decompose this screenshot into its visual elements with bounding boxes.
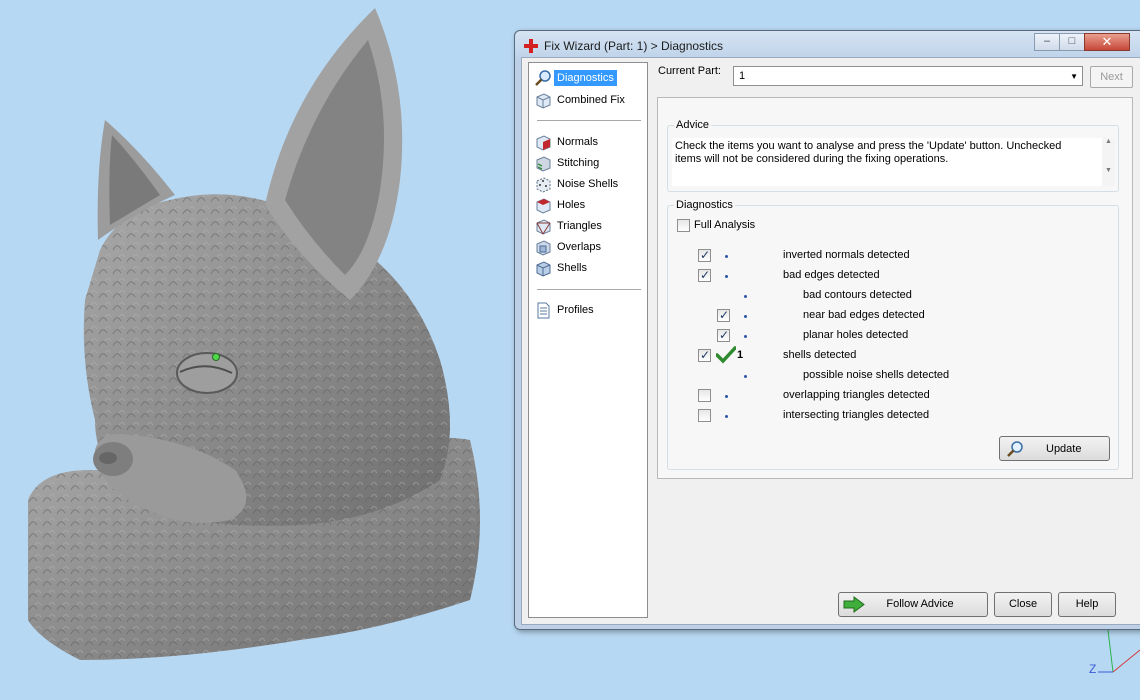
cube-red-hole-icon (536, 197, 551, 214)
status-dot (725, 395, 728, 398)
current-part-select[interactable]: 1 ▼ (733, 66, 1083, 86)
noise-shells-label: possible noise shells detected (803, 369, 950, 381)
full-analysis-label: Full Analysis (694, 219, 756, 231)
nav-item-diagnostics[interactable]: Diagnostics (532, 68, 642, 88)
update-button[interactable]: Update (999, 436, 1110, 461)
triangle-cube-icon (536, 218, 551, 235)
maximize-icon: □ (1068, 35, 1076, 47)
intersecting-triangles-checkbox[interactable] (698, 409, 711, 422)
wizard-nav: Diagnostics Combined Fix Normals Stitchi… (528, 62, 648, 618)
red-cross-icon (524, 39, 538, 53)
intersecting-triangles-label: intersecting triangles detected (783, 409, 930, 421)
shells-count: 1 (737, 349, 744, 361)
nav-label-profiles: Profiles (557, 304, 594, 316)
nav-item-stitching[interactable]: Stitching (532, 153, 642, 173)
close-icon: ✕ (1101, 34, 1113, 49)
advice-text-box: Check the items you want to analyse and … (672, 138, 1112, 186)
cube-stitch-icon (536, 155, 551, 172)
nav-label-normals: Normals (557, 136, 598, 148)
inverted-normals-label: inverted normals detected (783, 249, 910, 261)
scroll-up-icon: ▲ (1105, 138, 1112, 145)
green-arrow-icon (843, 596, 865, 613)
diagnostics-title: Diagnostics (674, 199, 735, 211)
nav-label-stitching: Stitching (557, 157, 600, 169)
planar-holes-checkbox[interactable] (717, 328, 730, 342)
follow-advice-label: Follow Advice (886, 598, 954, 610)
nav-item-holes[interactable]: Holes (532, 195, 642, 215)
help-button[interactable]: Help (1058, 592, 1116, 617)
bad-edges-checkbox[interactable] (698, 268, 711, 282)
status-dot (744, 295, 747, 298)
nav-label-overlaps: Overlaps (557, 241, 602, 253)
green-check-icon (716, 346, 736, 364)
planar-holes-label: planar holes detected (803, 329, 909, 341)
help-label: Help (1075, 598, 1099, 610)
shells-checkbox[interactable] (698, 348, 711, 362)
shells-label: shells detected (783, 349, 857, 361)
status-dot (725, 275, 728, 278)
next-button[interactable]: Next (1090, 66, 1133, 88)
status-dot (725, 255, 728, 258)
nav-separator (537, 120, 641, 121)
z-axis-label: Z (1089, 662, 1097, 676)
scroll-down-icon: ▼ (1105, 167, 1112, 174)
status-dot (725, 415, 728, 418)
close-button[interactable]: Close (994, 592, 1052, 617)
shells-cube-icon (536, 260, 551, 277)
nav-item-profiles[interactable]: Profiles (532, 300, 642, 320)
cube-icon (536, 92, 551, 109)
nav-item-overlaps[interactable]: Overlaps (532, 237, 642, 257)
advice-title: Advice (674, 119, 712, 131)
overlapping-triangles-checkbox[interactable] (698, 389, 711, 402)
full-analysis-checkbox[interactable] (677, 219, 690, 232)
nav-item-shells[interactable]: Shells (532, 258, 642, 278)
status-dot (744, 315, 747, 318)
advice-text-line2: items will not be considered during the … (675, 153, 949, 165)
minimize-button[interactable]: – (1034, 33, 1060, 51)
maximize-button[interactable]: □ (1059, 33, 1085, 51)
chevron-down-icon: ▼ (1070, 72, 1078, 81)
diagnostics-group: Diagnostics Full Analysis inverted norma… (667, 199, 1119, 470)
bad-contours-label: bad contours detected (803, 289, 912, 301)
dotted-cube-icon (536, 176, 551, 193)
fix-wizard-window: Fix Wizard (Part: 1) > Diagnostics – □ ✕… (514, 30, 1140, 630)
follow-advice-button[interactable]: Follow Advice (838, 592, 988, 617)
nav-label-diagnostics: Diagnostics (554, 70, 617, 86)
nav-item-triangles[interactable]: Triangles (532, 216, 642, 236)
advice-group: Advice Check the items you want to analy… (667, 119, 1119, 192)
minimize-icon: – (1043, 35, 1051, 47)
advice-text-line1: Check the items you want to analyse and … (675, 140, 1062, 152)
current-part-value: 1 (739, 70, 746, 82)
near-bad-edges-checkbox[interactable] (717, 308, 730, 322)
diagnostics-panel: Advice Check the items you want to analy… (657, 97, 1133, 479)
update-label: Update (1046, 443, 1082, 455)
advice-scrollbar[interactable]: ▲ ▼ (1102, 138, 1115, 186)
cube-red-face-icon (536, 134, 551, 151)
close-label: Close (1008, 598, 1038, 610)
overlap-cube-icon (536, 239, 551, 256)
nav-item-noise-shells[interactable]: Noise Shells (532, 174, 642, 194)
window-title: Fix Wizard (Part: 1) > Diagnostics (544, 39, 724, 53)
overlapping-triangles-label: overlapping triangles detected (783, 389, 930, 401)
nav-label-shells: Shells (557, 262, 587, 274)
nav-item-combined-fix[interactable]: Combined Fix (532, 90, 642, 110)
nav-separator (537, 289, 641, 290)
magnifier-icon (535, 69, 551, 86)
near-bad-edges-label: near bad edges detected (803, 309, 925, 321)
nav-label-combined-fix: Combined Fix (557, 94, 625, 106)
close-window-button[interactable]: ✕ (1084, 33, 1130, 51)
nav-label-noise-shells: Noise Shells (557, 178, 619, 190)
status-dot (744, 335, 747, 338)
nav-label-triangles: Triangles (557, 220, 602, 232)
magnifier-icon (1007, 441, 1023, 457)
status-dot (744, 375, 747, 378)
bad-edges-label: bad edges detected (783, 269, 880, 281)
nav-label-holes: Holes (557, 199, 586, 211)
inverted-normals-checkbox[interactable] (698, 248, 711, 262)
document-icon (537, 302, 550, 318)
nav-item-normals[interactable]: Normals (532, 132, 642, 152)
current-part-label: Current Part: (658, 65, 721, 77)
